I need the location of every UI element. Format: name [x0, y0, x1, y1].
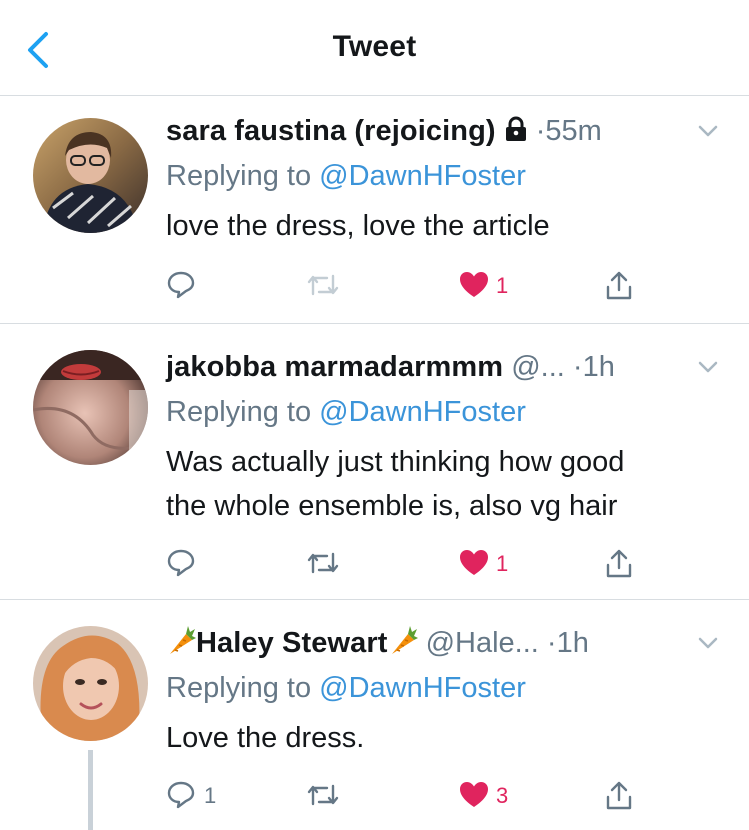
- carrot-icon: [391, 626, 418, 654]
- tweet-reply[interactable]: jakobba marmadarmmm @... ·1h Replying to…: [0, 324, 749, 600]
- tweet-reply[interactable]: Haley Stewart @Hale... ·1h Replying to @…: [0, 600, 749, 830]
- tweet-header: sara faustina (rejoicing) ·55m: [166, 110, 729, 152]
- tweet-reply[interactable]: sara faustina (rejoicing) ·55m Replying …: [0, 96, 749, 324]
- tweet-actions: 1 3: [166, 776, 646, 816]
- tweet-text: Love the dress.: [166, 722, 365, 754]
- replying-to: Replying to @DawnHFoster: [166, 156, 729, 196]
- avatar[interactable]: [33, 350, 148, 465]
- tweet-actions: 1: [166, 266, 646, 306]
- separator-dot: ·: [572, 351, 583, 383]
- tweet-content: jakobba marmadarmmm @... ·1h Replying to…: [166, 346, 729, 528]
- like-count: 1: [496, 273, 509, 298]
- reply-icon: [167, 549, 195, 577]
- like-count: 1: [496, 551, 509, 576]
- tweet-text: Was actually just thinking how good the …: [166, 446, 625, 522]
- reply-count: 1: [204, 783, 217, 808]
- top-bar: Tweet: [0, 0, 749, 96]
- timestamp[interactable]: 1h: [583, 351, 615, 383]
- replying-to: Replying to @DawnHFoster: [166, 668, 729, 708]
- display-name[interactable]: jakobba marmadarmmm: [166, 351, 503, 383]
- replying-to-label: Replying to: [166, 396, 320, 428]
- heart-icon: [460, 550, 488, 575]
- replying-to-label: Replying to: [166, 160, 320, 192]
- lock-icon: [505, 116, 526, 141]
- separator-dot: ·: [546, 627, 557, 659]
- mention-link[interactable]: @DawnHFoster: [319, 672, 526, 704]
- tweet-content: sara faustina (rejoicing) ·55m Replying …: [166, 110, 729, 248]
- tweet-header: jakobba marmadarmmm @... ·1h: [166, 346, 729, 388]
- page-title: Tweet: [332, 30, 417, 63]
- heart-icon: [460, 272, 488, 297]
- tweet-text: love the dress, love the article: [166, 210, 550, 242]
- chevron-down-icon[interactable]: [695, 118, 721, 144]
- reply-icon: [167, 271, 195, 299]
- avatar[interactable]: [33, 118, 148, 233]
- heart-icon: [460, 782, 488, 807]
- share-icon: [606, 549, 632, 578]
- display-name[interactable]: Haley Stewart: [196, 627, 388, 659]
- replying-to-label: Replying to: [166, 672, 320, 704]
- timestamp[interactable]: 55m: [545, 115, 601, 147]
- mention-link[interactable]: @DawnHFoster: [319, 160, 526, 192]
- retweet-icon: [307, 784, 339, 806]
- avatar[interactable]: [33, 626, 148, 741]
- thread-connector: [88, 750, 93, 830]
- tweet-actions: 1: [166, 544, 646, 584]
- retweet-icon: [307, 274, 339, 296]
- like-count: 3: [496, 783, 509, 808]
- username[interactable]: @...: [511, 351, 565, 383]
- separator-dot: ·: [535, 115, 546, 147]
- share-icon: [606, 781, 632, 810]
- replying-to: Replying to @DawnHFoster: [166, 392, 729, 432]
- timestamp[interactable]: 1h: [557, 627, 589, 659]
- retweet-icon: [307, 552, 339, 574]
- tweet-header: Haley Stewart @Hale... ·1h: [166, 622, 729, 664]
- share-icon: [606, 271, 632, 300]
- carrot-icon: [170, 626, 196, 654]
- reply-icon: [167, 781, 195, 809]
- username[interactable]: @Hale...: [426, 627, 539, 659]
- chevron-down-icon[interactable]: [695, 354, 721, 380]
- chevron-down-icon[interactable]: [695, 630, 721, 656]
- display-name[interactable]: sara faustina (rejoicing): [166, 115, 496, 147]
- tweet-content: Haley Stewart @Hale... ·1h Replying to @…: [166, 622, 729, 760]
- mention-link[interactable]: @DawnHFoster: [319, 396, 526, 428]
